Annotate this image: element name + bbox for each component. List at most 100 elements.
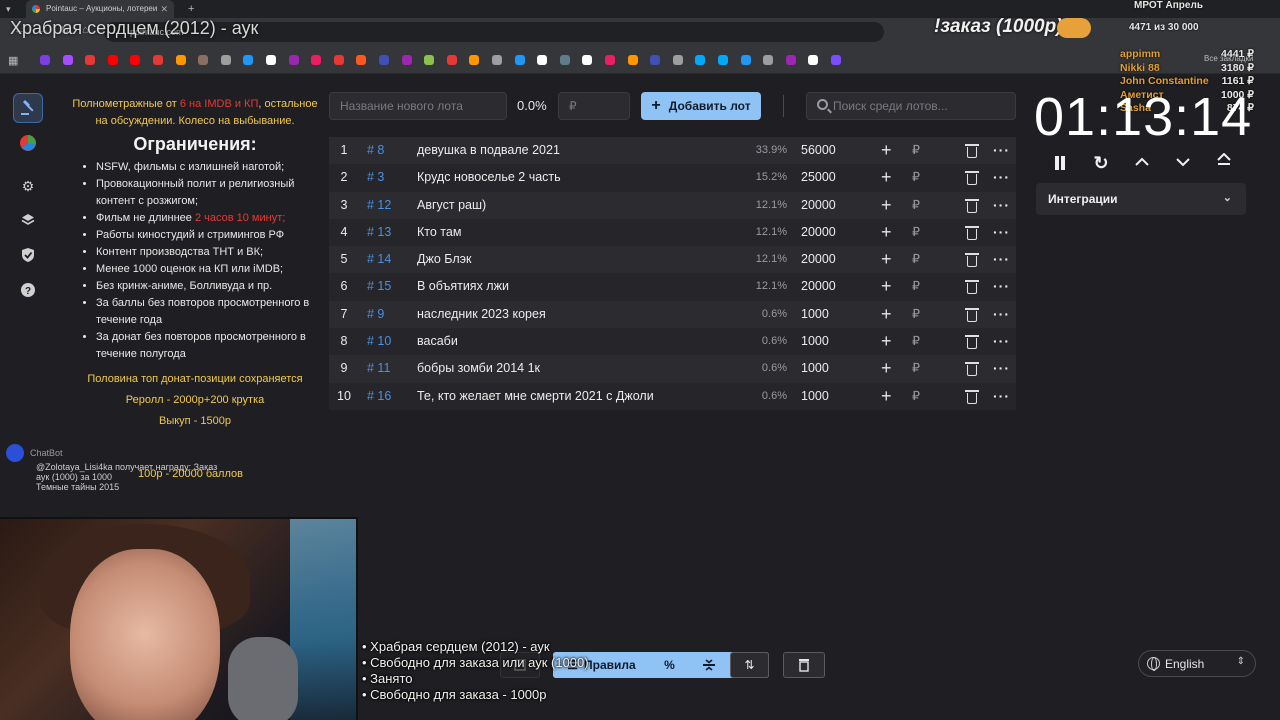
add-amount-icon[interactable]: +: [881, 219, 892, 246]
reset-timer-icon[interactable]: ↻: [1090, 152, 1112, 174]
more-options-icon[interactable]: ···: [993, 164, 1010, 191]
more-options-icon[interactable]: ···: [993, 192, 1010, 219]
more-options-icon[interactable]: ···: [993, 273, 1010, 300]
clear-lots-icon[interactable]: [783, 652, 825, 678]
add-amount-icon[interactable]: +: [881, 273, 892, 300]
apps-grid-icon[interactable]: ▦: [8, 54, 18, 67]
lot-name[interactable]: бобры зомби 2014 1к: [417, 355, 540, 382]
lot-name[interactable]: наследник 2023 корея: [417, 301, 546, 328]
bookmark-icon[interactable]: [492, 55, 502, 65]
add-amount-icon[interactable]: +: [881, 246, 892, 273]
bookmark-icon[interactable]: [695, 55, 706, 65]
bookmark-icon[interactable]: [333, 55, 344, 65]
wheel-icon[interactable]: [13, 128, 43, 158]
bookmark-icon[interactable]: [650, 55, 661, 65]
lot-search-input[interactable]: [833, 93, 1013, 119]
bookmark-icon[interactable]: [198, 55, 209, 65]
lot-amount[interactable]: 20000: [801, 273, 836, 300]
lot-name[interactable]: девушка в подвале 2021: [417, 137, 560, 164]
delete-lot-icon[interactable]: [965, 253, 979, 268]
bookmark-icon[interactable]: [175, 55, 186, 65]
lot-id-link[interactable]: # 12: [367, 192, 391, 219]
layers-icon[interactable]: [13, 205, 43, 235]
bookmark-icon[interactable]: [559, 55, 570, 65]
bookmark-icon[interactable]: [605, 55, 615, 65]
bookmark-icon[interactable]: [627, 55, 638, 65]
bookmark-icon[interactable]: [356, 55, 367, 65]
percent-toggle-button[interactable]: %: [650, 652, 689, 678]
bookmark-icon[interactable]: [831, 55, 841, 65]
more-options-icon[interactable]: ···: [993, 137, 1010, 164]
bookmark-icon[interactable]: [740, 55, 751, 65]
bookmark-icon[interactable]: [40, 55, 50, 65]
delete-lot-icon[interactable]: [965, 389, 979, 404]
delete-lot-icon[interactable]: [965, 225, 979, 240]
tab-list-icon[interactable]: ▾: [6, 0, 11, 18]
pause-icon[interactable]: [1049, 152, 1071, 174]
delete-lot-icon[interactable]: [965, 171, 979, 186]
new-tab-icon[interactable]: +: [188, 0, 194, 18]
currency-icon[interactable]: ₽: [912, 383, 920, 410]
timer-decrease-icon[interactable]: [1172, 152, 1194, 174]
bookmark-icon[interactable]: [266, 55, 276, 65]
bookmark-icon[interactable]: [469, 55, 480, 65]
add-amount-icon[interactable]: +: [881, 355, 892, 382]
lot-id-link[interactable]: # 13: [367, 219, 391, 246]
lot-amount[interactable]: 1000: [801, 355, 829, 382]
bookmark-icon[interactable]: [537, 55, 548, 65]
timer-increase-icon[interactable]: [1131, 152, 1153, 174]
currency-icon[interactable]: ₽: [912, 328, 920, 355]
bookmark-icon[interactable]: [288, 55, 299, 65]
currency-icon[interactable]: ₽: [912, 246, 920, 273]
new-lot-name-input[interactable]: [329, 92, 507, 120]
bookmark-icon[interactable]: [401, 55, 412, 65]
bookmark-icon[interactable]: [808, 55, 819, 65]
currency-icon[interactable]: ₽: [912, 301, 920, 328]
more-options-icon[interactable]: ···: [993, 246, 1010, 273]
bookmark-icon[interactable]: [718, 55, 728, 65]
bookmark-icon[interactable]: [672, 55, 683, 65]
delete-lot-icon[interactable]: [965, 335, 979, 350]
lot-name[interactable]: В объятиях лжи: [417, 273, 509, 300]
bookmark-icon[interactable]: [514, 55, 525, 65]
bookmark-icon[interactable]: [379, 55, 389, 65]
currency-icon[interactable]: ₽: [912, 273, 920, 300]
bookmark-icon[interactable]: [85, 55, 96, 65]
more-options-icon[interactable]: ···: [993, 383, 1010, 410]
lot-id-link[interactable]: # 14: [367, 246, 391, 273]
close-tab-icon[interactable]: ✕: [160, 0, 168, 18]
add-amount-icon[interactable]: +: [881, 137, 892, 164]
bookmark-icon[interactable]: [62, 55, 73, 65]
lot-name[interactable]: Джо Блэк: [417, 246, 471, 273]
bookmark-icon[interactable]: [582, 55, 593, 65]
more-options-icon[interactable]: ···: [993, 355, 1010, 382]
lot-id-link[interactable]: # 3: [367, 164, 384, 191]
add-amount-icon[interactable]: +: [881, 328, 892, 355]
more-options-icon[interactable]: ···: [993, 219, 1010, 246]
sort-icon[interactable]: ⇅: [730, 652, 769, 678]
lot-name[interactable]: Кто там: [417, 219, 461, 246]
add-lot-button[interactable]: + Добавить лот: [641, 92, 761, 120]
lot-id-link[interactable]: # 11: [367, 355, 390, 382]
help-icon[interactable]: ?: [13, 275, 43, 305]
delete-lot-icon[interactable]: [965, 280, 979, 295]
delete-lot-icon[interactable]: [965, 144, 979, 158]
lot-name[interactable]: Те, кто желает мне смерти 2021 с Джоли: [417, 383, 654, 410]
browser-tab[interactable]: Pointauc – Аукционы, лотереи ✕: [26, 0, 174, 18]
add-amount-icon[interactable]: +: [881, 301, 892, 328]
add-amount-icon[interactable]: +: [881, 164, 892, 191]
lot-amount[interactable]: 25000: [801, 164, 836, 191]
bookmark-icon[interactable]: [424, 55, 435, 65]
add-amount-icon[interactable]: +: [881, 383, 892, 410]
bookmark-icon[interactable]: [446, 55, 457, 65]
currency-icon[interactable]: ₽: [912, 164, 920, 191]
lot-amount[interactable]: 20000: [801, 246, 836, 273]
lot-amount[interactable]: 1000: [801, 383, 829, 410]
delete-lot-icon[interactable]: [965, 307, 979, 322]
lot-amount[interactable]: 1000: [801, 328, 829, 355]
lot-id-link[interactable]: # 8: [367, 137, 384, 164]
bookmark-icon[interactable]: [763, 55, 774, 65]
currency-icon[interactable]: ₽: [912, 192, 920, 219]
lot-name[interactable]: васаби: [417, 328, 458, 355]
bookmark-icon[interactable]: [785, 55, 796, 65]
